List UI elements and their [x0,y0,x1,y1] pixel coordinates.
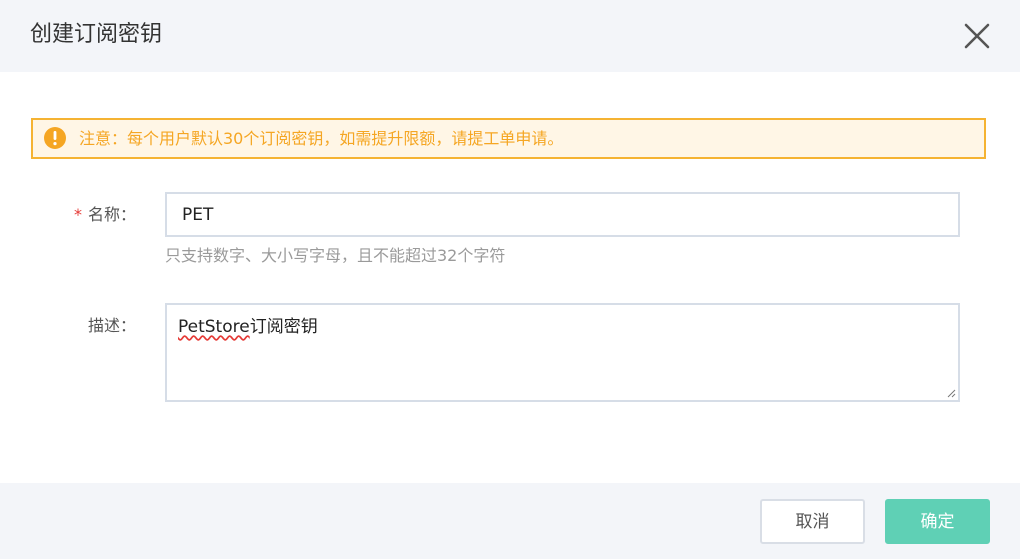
description-value-rest: 订阅密钥 [249,317,318,337]
description-textarea[interactable]: PetStore订阅密钥 [165,303,960,402]
limit-notice-alert: 注意：每个用户默认30个订阅密钥，如需提升限额，请提工单申请。 [31,118,986,159]
required-mark: * [74,205,82,224]
alert-text: 注意：每个用户默认30个订阅密钥，如需提升限额，请提工单申请。 [79,129,564,148]
misspelled-word: PetStore [178,317,250,337]
warning-icon [44,127,66,149]
name-label: * 名称： [74,204,136,226]
dialog-header: 创建订阅密钥 [0,0,1020,72]
name-input[interactable]: PET [165,192,960,237]
description-value: PetStore订阅密钥 [178,316,318,338]
close-button[interactable] [962,21,992,51]
description-label: 描述： [88,316,137,335]
close-icon [964,23,990,49]
name-hint: 只支持数字、大小写字母，且不能超过32个字符 [165,246,506,265]
dialog-title: 创建订阅密钥 [30,22,163,47]
cancel-button[interactable]: 取消 [760,499,865,544]
resize-handle-icon[interactable] [946,388,956,398]
name-input-value: PET [182,205,214,225]
name-label-text: 名称： [88,205,137,224]
create-subscription-key-dialog: 创建订阅密钥 注意：每个用户默认30个订阅密钥，如需提升限额，请提工单申请。 *… [0,0,1020,559]
dialog-footer: 取消 确定 [0,483,1020,559]
confirm-button[interactable]: 确定 [885,499,990,544]
